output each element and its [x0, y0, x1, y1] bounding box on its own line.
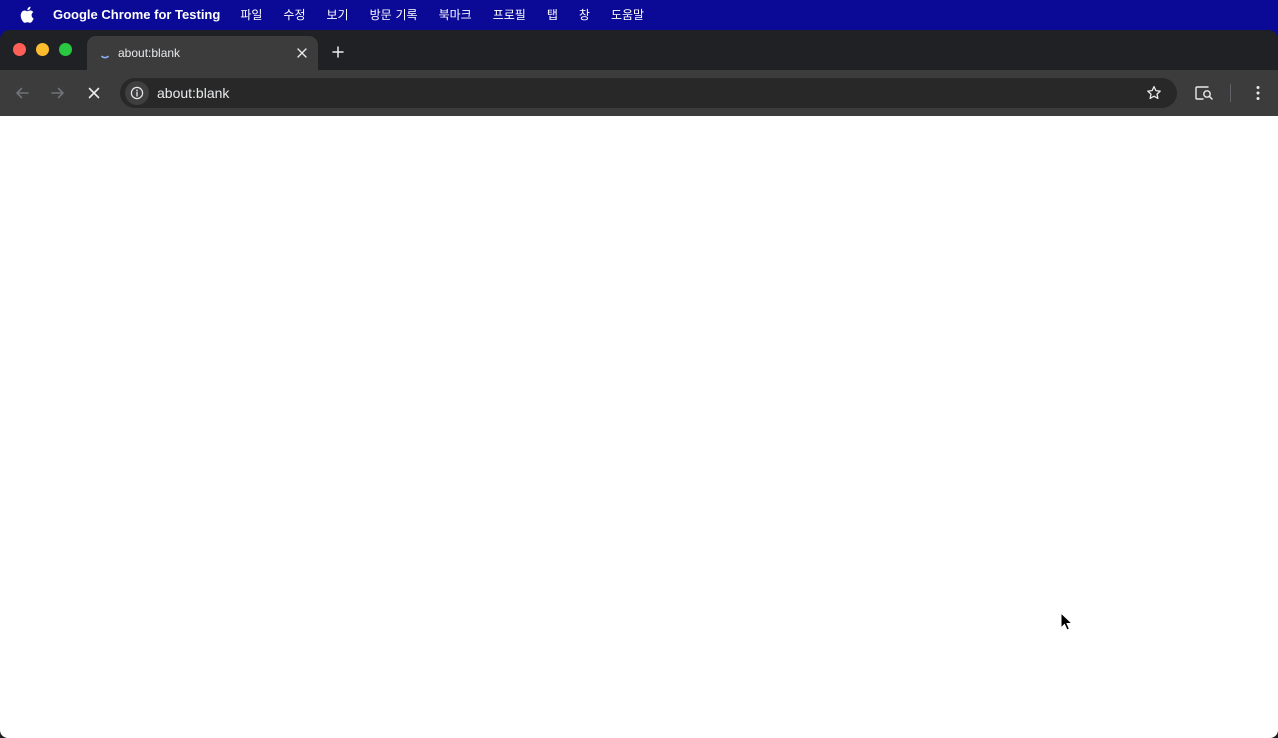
window-minimize-button[interactable] [36, 43, 49, 56]
mouse-cursor-icon [1060, 612, 1074, 631]
plus-icon [332, 46, 344, 58]
search-page-icon [1195, 86, 1213, 100]
chrome-menu-button[interactable] [1246, 81, 1270, 105]
stop-icon [88, 87, 100, 99]
star-icon[interactable] [1143, 82, 1165, 104]
arrow-right-icon [51, 87, 64, 99]
menu-tab[interactable]: 탭 [547, 6, 558, 23]
menu-view[interactable]: 보기 [327, 6, 349, 23]
window-close-button[interactable] [13, 43, 26, 56]
macos-menu-bar: Google Chrome for Testing 파일 수정 보기 방문 기록… [0, 0, 1278, 28]
arrow-left-icon [16, 87, 29, 99]
url-input[interactable] [157, 85, 1143, 101]
loading-spinner-icon [97, 45, 113, 61]
info-icon[interactable] [125, 81, 149, 105]
menu-history[interactable]: 방문 기록 [370, 6, 418, 23]
stop-loading-button[interactable] [82, 81, 106, 105]
address-bar[interactable] [120, 78, 1177, 108]
back-button[interactable] [10, 81, 34, 105]
browser-toolbar [0, 70, 1278, 116]
menu-bookmarks[interactable]: 북마크 [439, 6, 472, 23]
toolbar-divider [1230, 84, 1231, 102]
menu-edit[interactable]: 수정 [283, 6, 305, 23]
close-icon[interactable] [294, 45, 310, 61]
forward-button[interactable] [46, 81, 70, 105]
menu-help[interactable]: 도움말 [611, 6, 644, 23]
menu-window[interactable]: 창 [579, 6, 590, 23]
menu-app-name[interactable]: Google Chrome for Testing [53, 7, 220, 22]
apple-logo-icon[interactable] [18, 5, 36, 23]
menu-profiles[interactable]: 프로필 [493, 6, 526, 23]
window-maximize-button[interactable] [59, 43, 72, 56]
new-tab-button[interactable] [327, 41, 349, 63]
more-vert-icon [1256, 86, 1260, 100]
page-content[interactable] [0, 116, 1278, 738]
search-page-button[interactable] [1192, 81, 1216, 105]
browser-window: about:blank [0, 30, 1278, 738]
tab-about-blank[interactable]: about:blank [87, 36, 318, 70]
tab-strip: about:blank [0, 30, 1278, 70]
menu-file[interactable]: 파일 [240, 6, 262, 23]
tab-title: about:blank [118, 46, 181, 60]
